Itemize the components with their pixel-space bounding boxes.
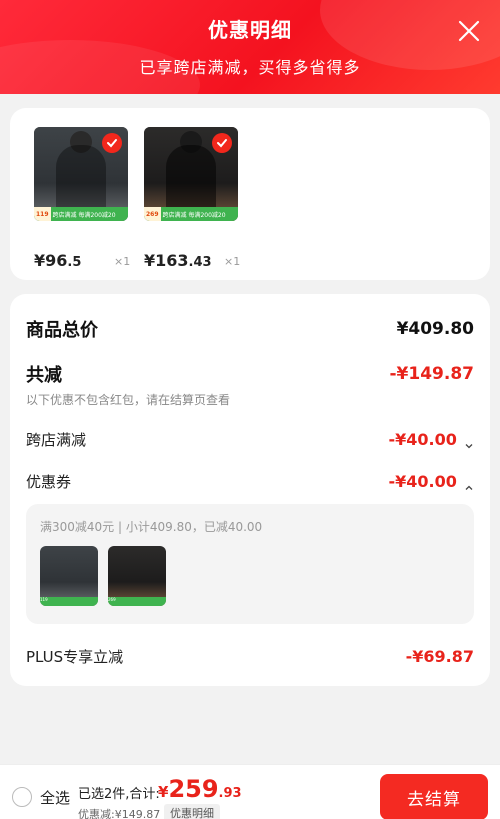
plus-discount-label: PLUS专享立减 bbox=[26, 648, 124, 666]
product-price: ¥96.5 bbox=[34, 251, 82, 270]
total-price-value: ¥409.80 bbox=[396, 319, 474, 339]
checkout-button[interactable]: 去结算 bbox=[380, 774, 488, 819]
promo-text: 跨店满减 每满200减20 bbox=[52, 211, 116, 219]
promo-strip: 269 bbox=[108, 597, 166, 606]
coupon-detail-box: 满300减40元 | 小计409.80，已减40.00 119 269 bbox=[26, 504, 474, 624]
plus-discount-value: -¥69.87 bbox=[405, 647, 474, 666]
product-image[interactable]: 269 跨店满减 每满200减20 bbox=[144, 127, 238, 221]
price-summary-card: 商品总价 ¥409.80 共减 -¥149.87 以下优惠不包含红包，请在结算页… bbox=[10, 294, 490, 686]
checkout-bar: 全选 已选2件,合计: ¥259.93 优惠减:¥149.87 优惠明细 去结算 bbox=[0, 764, 500, 819]
product-price: ¥163.43 bbox=[144, 251, 212, 270]
select-all-label[interactable]: 全选 bbox=[40, 787, 70, 808]
total-reduce-row: 共减 -¥149.87 bbox=[26, 361, 474, 387]
discount-amount: 优惠减:¥149.87 bbox=[78, 808, 161, 819]
total-reduce-label: 共减 bbox=[26, 365, 62, 386]
cross-store-row[interactable]: 跨店满减 -¥40.00 bbox=[26, 429, 474, 450]
discount-detail-button[interactable]: 优惠明细 bbox=[164, 804, 220, 819]
promo-strip: 119 bbox=[40, 597, 98, 606]
discount-detail-header: 优惠明细 已享跨店满减，买得多省得多 bbox=[0, 0, 500, 94]
promo-price: 269 bbox=[144, 207, 161, 221]
coupon-label: 优惠券 bbox=[26, 473, 72, 491]
cross-store-value: -¥40.00 bbox=[388, 430, 457, 449]
reduce-note: 以下优惠不包含红包，请在结算页查看 bbox=[26, 393, 231, 407]
close-icon[interactable] bbox=[456, 18, 482, 44]
promo-price: 119 bbox=[34, 207, 51, 221]
product-image[interactable]: 119 跨店满减 每满200减20 bbox=[34, 127, 128, 221]
coupon-product-thumb: 269 bbox=[108, 546, 166, 606]
coupon-row[interactable]: 优惠券 -¥40.00 bbox=[26, 471, 474, 492]
promo-strip: 269 跨店满减 每满200减20 bbox=[144, 207, 238, 221]
chevron-up-icon[interactable] bbox=[464, 478, 474, 490]
coupon-product-thumb: 119 bbox=[40, 546, 98, 606]
select-all-radio[interactable] bbox=[12, 787, 32, 807]
total-reduce-value: -¥149.87 bbox=[389, 364, 475, 384]
page-subtitle: 已享跨店满减，买得多省得多 bbox=[139, 58, 361, 77]
check-icon[interactable] bbox=[102, 133, 122, 153]
page-title: 优惠明细 bbox=[208, 18, 292, 42]
promo-text: 跨店满减 每满200减20 bbox=[162, 211, 226, 219]
total-price-label: 商品总价 bbox=[26, 320, 98, 341]
coupon-value: -¥40.00 bbox=[388, 472, 457, 491]
plus-discount-row: PLUS专享立减 -¥69.87 bbox=[26, 646, 474, 667]
coupon-detail-text: 满300减40元 | 小计409.80，已减40.00 bbox=[40, 520, 263, 534]
selected-count: 已选2件,合计: bbox=[78, 787, 160, 802]
chevron-down-icon[interactable] bbox=[464, 436, 474, 448]
total-amount: ¥259.93 bbox=[158, 775, 242, 803]
check-icon[interactable] bbox=[212, 133, 232, 153]
cross-store-label: 跨店满减 bbox=[26, 431, 87, 449]
selected-products-card: 119 跨店满减 每满200减20 ¥96.5 ×1 269 跨店满减 每满20… bbox=[10, 108, 490, 280]
product-quantity: ×1 bbox=[114, 255, 131, 268]
product-item[interactable]: 119 跨店满减 每满200减20 ¥96.5 ×1 bbox=[34, 127, 130, 270]
product-quantity: ×1 bbox=[224, 255, 241, 268]
product-item[interactable]: 269 跨店满减 每满200减20 ¥163.43 ×1 bbox=[144, 127, 240, 270]
total-price-row: 商品总价 ¥409.80 bbox=[26, 316, 474, 342]
promo-strip: 119 跨店满减 每满200减20 bbox=[34, 207, 128, 221]
